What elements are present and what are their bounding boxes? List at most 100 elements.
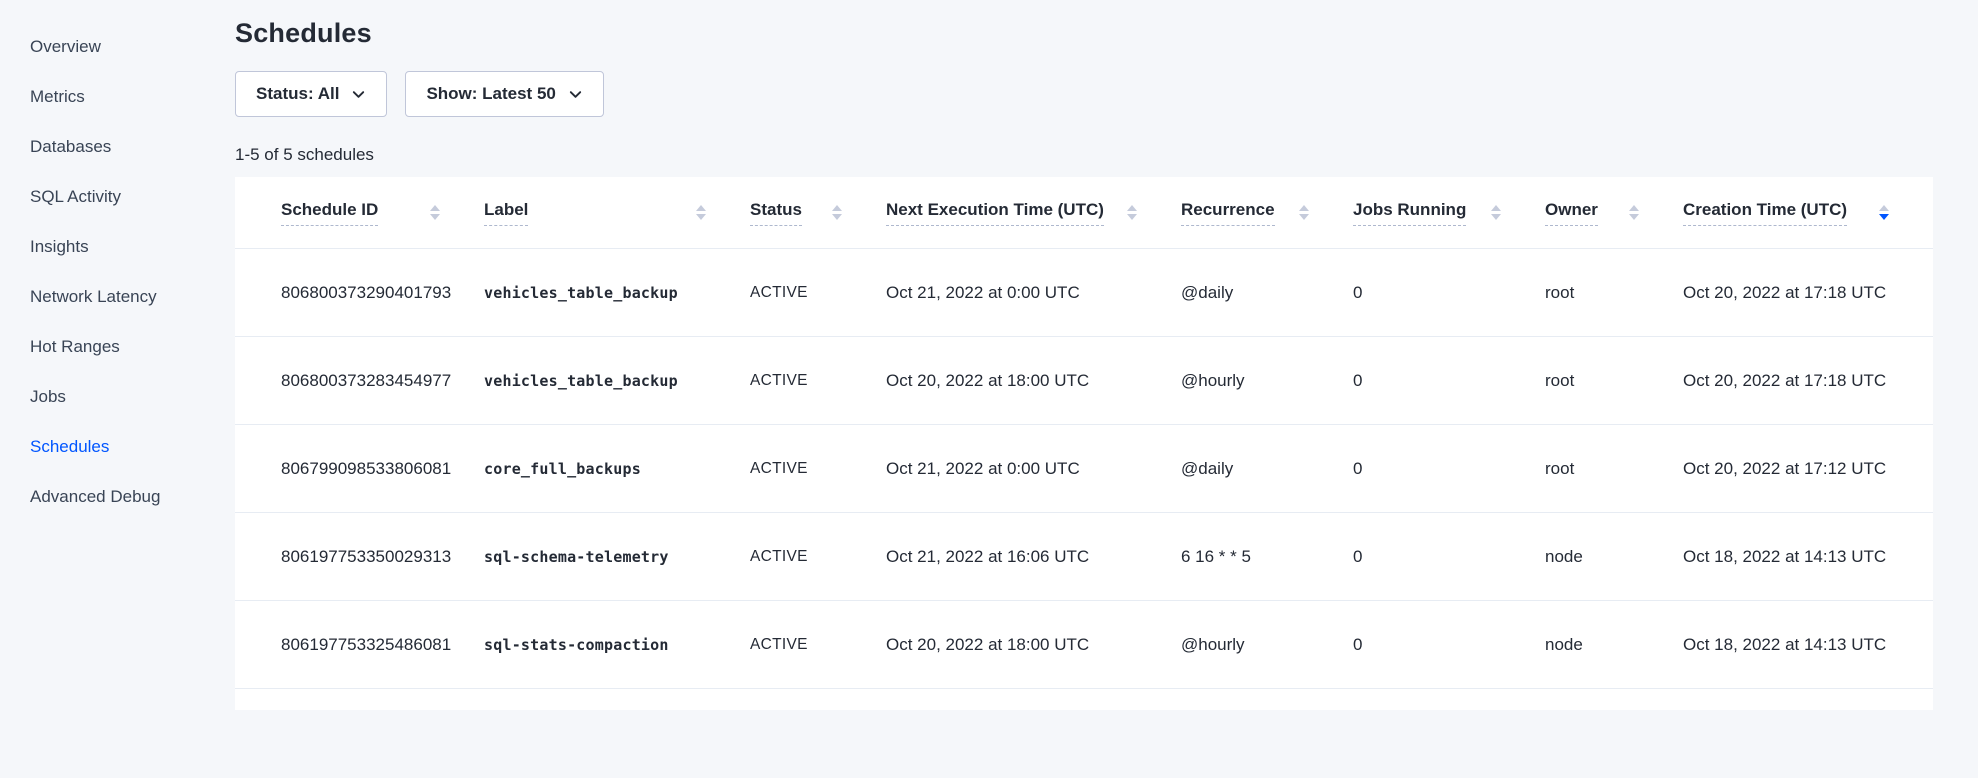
cell-next_execution: Oct 20, 2022 at 18:00 UTC — [886, 337, 1181, 424]
chevron-down-icon — [568, 87, 583, 102]
cell-jobs_running: 0 — [1353, 249, 1545, 336]
sidebar-nav: OverviewMetricsDatabasesSQL ActivityInsi… — [0, 22, 235, 522]
sort-asc-icon — [1127, 205, 1137, 211]
cell-label: sql-stats-compaction — [484, 601, 750, 688]
sort-asc-icon — [832, 205, 842, 211]
table-row: 806800373290401793vehicles_table_backupA… — [235, 249, 1933, 337]
sidebar-item-schedules[interactable]: Schedules — [0, 422, 235, 472]
sort-desc-icon — [832, 214, 842, 220]
column-header-id[interactable]: Schedule ID — [281, 177, 484, 248]
sort-desc-icon — [1491, 214, 1501, 220]
show-filter-dropdown[interactable]: Show: Latest 50 — [405, 71, 603, 117]
table-header-row: Schedule ID Label Status Next Execution … — [235, 177, 1933, 249]
cell-id: 806800373290401793 — [281, 249, 484, 336]
sidebar-item-jobs[interactable]: Jobs — [0, 372, 235, 422]
sort-desc-icon — [1127, 214, 1137, 220]
cell-status: ACTIVE — [750, 425, 886, 512]
cell-creation_time: Oct 18, 2022 at 14:13 UTC — [1683, 601, 1933, 688]
cell-status: ACTIVE — [750, 337, 886, 424]
cell-creation_time: Oct 18, 2022 at 14:13 UTC — [1683, 513, 1933, 600]
cell-label: sql-schema-telemetry — [484, 513, 750, 600]
column-header-creation_time[interactable]: Creation Time (UTC) — [1683, 177, 1933, 248]
cell-recurrence: @hourly — [1181, 601, 1353, 688]
sort-desc-icon — [1879, 214, 1889, 220]
sort-asc-icon — [1879, 205, 1889, 211]
sidebar-item-sql-activity[interactable]: SQL Activity — [0, 172, 235, 222]
cell-id: 806197753325486081 — [281, 601, 484, 688]
cell-owner: root — [1545, 425, 1683, 512]
cell-recurrence: @daily — [1181, 425, 1353, 512]
sort-carets-icon[interactable] — [832, 205, 842, 220]
table-row: 806197753350029313sql-schema-telemetryAC… — [235, 513, 1933, 601]
column-header-next_execution[interactable]: Next Execution Time (UTC) — [886, 177, 1181, 248]
cell-creation_time: Oct 20, 2022 at 17:12 UTC — [1683, 425, 1933, 512]
status-filter-label: Status: All — [256, 84, 339, 104]
chevron-down-icon — [351, 87, 366, 102]
sidebar-item-network-latency[interactable]: Network Latency — [0, 272, 235, 322]
sort-carets-icon[interactable] — [1879, 205, 1889, 220]
cell-recurrence: @daily — [1181, 249, 1353, 336]
sidebar-item-overview[interactable]: Overview — [0, 22, 235, 72]
cell-label: vehicles_table_backup — [484, 249, 750, 336]
cell-recurrence: 6 16 * * 5 — [1181, 513, 1353, 600]
column-header-status[interactable]: Status — [750, 177, 886, 248]
sidebar-item-advanced-debug[interactable]: Advanced Debug — [0, 472, 235, 522]
sidebar-item-metrics[interactable]: Metrics — [0, 72, 235, 122]
sort-carets-icon[interactable] — [1127, 205, 1137, 220]
table-row: 806197753325486081sql-stats-compactionAC… — [235, 601, 1933, 689]
sort-asc-icon — [1299, 205, 1309, 211]
sidebar: OverviewMetricsDatabasesSQL ActivityInsi… — [0, 0, 235, 778]
cell-jobs_running: 0 — [1353, 601, 1545, 688]
cell-id: 806799098533806081 — [281, 425, 484, 512]
sort-desc-icon — [696, 214, 706, 220]
sort-carets-icon[interactable] — [1629, 205, 1639, 220]
filter-bar: Status: All Show: Latest 50 — [235, 71, 1933, 117]
cell-recurrence: @hourly — [1181, 337, 1353, 424]
cell-status: ACTIVE — [750, 513, 886, 600]
cell-owner: node — [1545, 601, 1683, 688]
table-row: 806799098533806081core_full_backupsACTIV… — [235, 425, 1933, 513]
column-header-label[interactable]: Label — [484, 177, 750, 248]
sort-desc-icon — [1299, 214, 1309, 220]
sort-carets-icon[interactable] — [1299, 205, 1309, 220]
page-title: Schedules — [235, 18, 1933, 49]
sidebar-item-databases[interactable]: Databases — [0, 122, 235, 172]
cell-id: 806197753350029313 — [281, 513, 484, 600]
cell-status: ACTIVE — [750, 249, 886, 336]
cell-label: vehicles_table_backup — [484, 337, 750, 424]
sort-asc-icon — [1491, 205, 1501, 211]
sort-asc-icon — [696, 205, 706, 211]
sort-carets-icon[interactable] — [696, 205, 706, 220]
cell-id: 806800373283454977 — [281, 337, 484, 424]
sort-desc-icon — [1629, 214, 1639, 220]
cell-jobs_running: 0 — [1353, 513, 1545, 600]
cell-next_execution: Oct 21, 2022 at 16:06 UTC — [886, 513, 1181, 600]
cell-next_execution: Oct 20, 2022 at 18:00 UTC — [886, 601, 1181, 688]
cell-label: core_full_backups — [484, 425, 750, 512]
cell-jobs_running: 0 — [1353, 337, 1545, 424]
sort-asc-icon — [430, 205, 440, 211]
sort-carets-icon[interactable] — [1491, 205, 1501, 220]
show-filter-label: Show: Latest 50 — [426, 84, 555, 104]
column-header-owner[interactable]: Owner — [1545, 177, 1683, 248]
cell-creation_time: Oct 20, 2022 at 17:18 UTC — [1683, 337, 1933, 424]
sort-desc-icon — [430, 214, 440, 220]
table-row: 806800373283454977vehicles_table_backupA… — [235, 337, 1933, 425]
cell-next_execution: Oct 21, 2022 at 0:00 UTC — [886, 249, 1181, 336]
sidebar-item-insights[interactable]: Insights — [0, 222, 235, 272]
sort-carets-icon[interactable] — [430, 205, 440, 220]
sidebar-item-hot-ranges[interactable]: Hot Ranges — [0, 322, 235, 372]
column-header-jobs_running[interactable]: Jobs Running — [1353, 177, 1545, 248]
cell-owner: node — [1545, 513, 1683, 600]
status-filter-dropdown[interactable]: Status: All — [235, 71, 387, 117]
cell-owner: root — [1545, 337, 1683, 424]
cell-next_execution: Oct 21, 2022 at 0:00 UTC — [886, 425, 1181, 512]
cell-owner: root — [1545, 249, 1683, 336]
app-root: OverviewMetricsDatabasesSQL ActivityInsi… — [0, 0, 1978, 778]
cell-creation_time: Oct 20, 2022 at 17:18 UTC — [1683, 249, 1933, 336]
table-body: 806800373290401793vehicles_table_backupA… — [235, 249, 1933, 689]
cell-jobs_running: 0 — [1353, 425, 1545, 512]
sort-asc-icon — [1629, 205, 1639, 211]
cell-status: ACTIVE — [750, 601, 886, 688]
column-header-recurrence[interactable]: Recurrence — [1181, 177, 1353, 248]
